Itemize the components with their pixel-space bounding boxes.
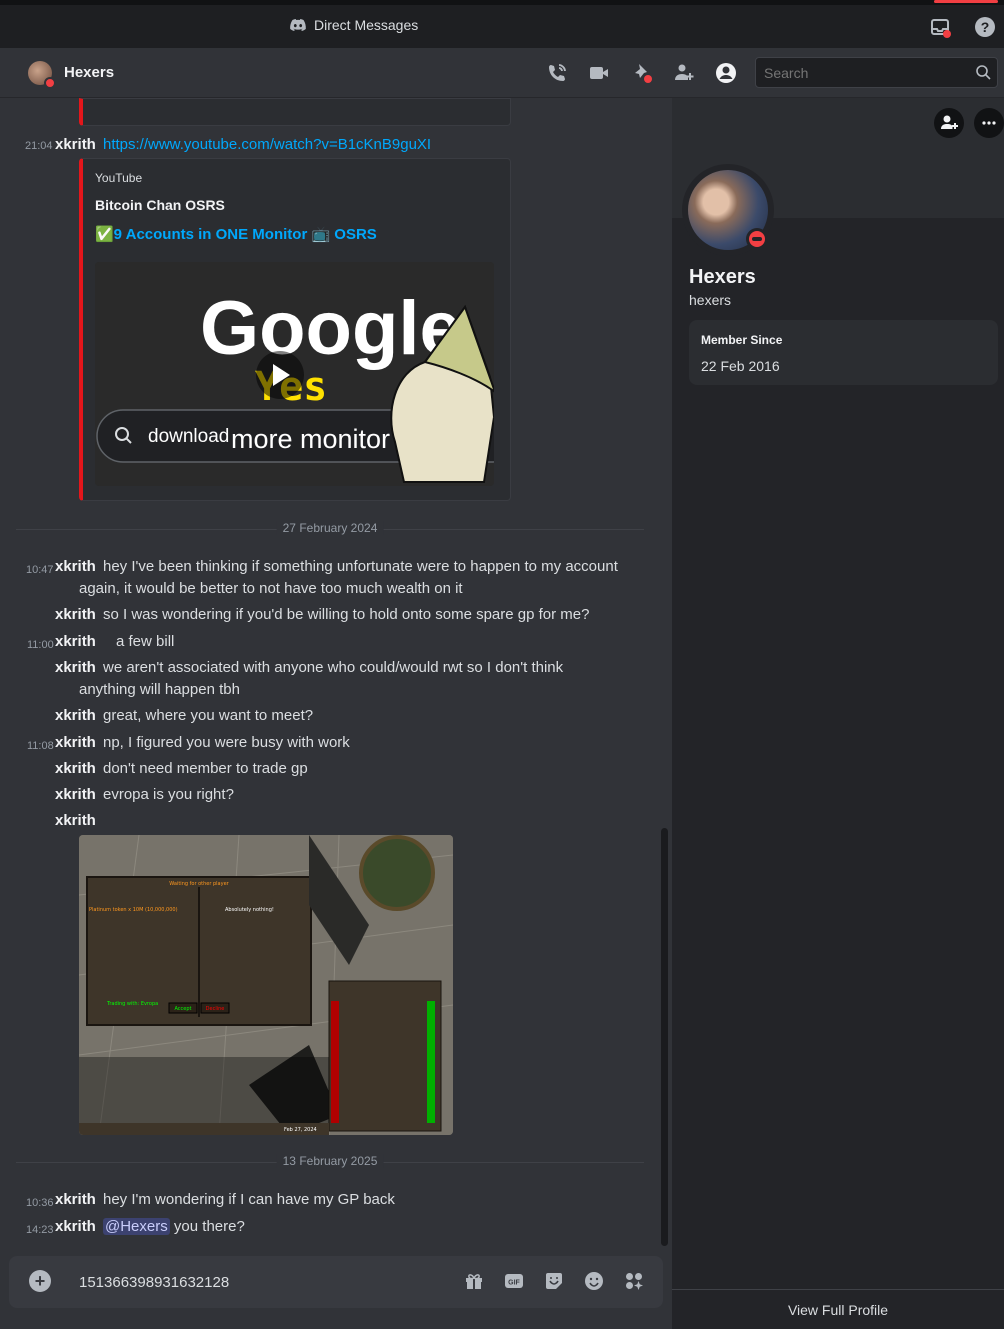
add-friend-icon — [941, 115, 958, 129]
message-timestamp: 10:36 — [26, 1197, 54, 1209]
help-icon[interactable]: ? — [975, 17, 995, 37]
message-text: great, where you want to meet? — [103, 707, 314, 724]
message-input[interactable] — [79, 1269, 449, 1295]
trade-decline-text: Decline — [206, 1006, 225, 1012]
date-divider-label: 27 February 2024 — [276, 521, 384, 535]
trade-nothing-text: Absolutely nothing! — [225, 907, 274, 913]
user-profile-icon[interactable] — [715, 62, 739, 84]
user-mention[interactable]: @Hexers — [103, 1218, 170, 1235]
date-divider-label: 13 February 2025 — [276, 1154, 384, 1168]
message-text: a few bill — [116, 633, 175, 650]
message-text: hey I've been thinking if something unfo… — [79, 558, 618, 597]
embed-video-title[interactable]: ✅9 Accounts in ONE Monitor 📺 OSRS — [95, 225, 377, 243]
message-author[interactable]: xkrith — [55, 633, 96, 650]
message-text: hey I'm wondering if I can have my GP ba… — [103, 1191, 395, 1208]
member-since-card: Member Since 22 Feb 2016 — [689, 320, 998, 385]
message-text: don't need member to trade gp — [103, 760, 308, 777]
trade-with-text: Trading with: Evropa — [106, 1001, 158, 1007]
dnd-status-icon — [44, 77, 56, 89]
message-author[interactable]: xkrith — [55, 734, 96, 751]
message-timestamp: 14:23 — [26, 1224, 54, 1236]
message-text: evropa is you right? — [103, 786, 234, 803]
title-bar: Direct Messages ? — [0, 0, 1004, 48]
message-text-tail: you there? — [173, 1218, 245, 1235]
view-full-profile-button[interactable]: View Full Profile — [672, 1289, 1004, 1329]
svg-text:GIF: GIF — [508, 1280, 520, 1287]
discord-icon — [290, 19, 306, 31]
date-divider: 13 February 2025 — [16, 1154, 644, 1168]
gif-icon[interactable]: GIF — [503, 1270, 525, 1292]
youtube-embed: YouTube Bitcoin Chan OSRS ✅9 Accounts in… — [79, 158, 511, 501]
trade-waiting-text: Waiting for other player — [169, 881, 229, 887]
message-author[interactable]: xkrith — [55, 760, 96, 777]
pinned-messages-icon[interactable] — [631, 62, 655, 84]
thumbnail-search-text-2: more monitor — [231, 424, 390, 454]
message-list: 21:04 xkrith https://www.youtube.com/wat… — [0, 98, 672, 1329]
add-friend-button[interactable] — [934, 108, 964, 138]
message-author[interactable]: xkrith — [55, 606, 96, 623]
apps-icon[interactable] — [623, 1270, 645, 1292]
voice-call-icon[interactable] — [546, 62, 570, 84]
message-text: np, I figured you were busy with work — [103, 734, 350, 751]
more-options-button[interactable] — [974, 108, 1004, 138]
youtube-link[interactable]: https://www.youtube.com/watch?v=B1cKnB9g… — [103, 134, 431, 156]
trade-screenshot-image: Waiting for other player Platinum token … — [79, 835, 453, 1135]
screenshot-date-text: Feb 27, 2024 — [284, 1127, 317, 1133]
video-call-icon[interactable] — [588, 62, 612, 84]
sticker-icon[interactable] — [543, 1270, 565, 1292]
message-author[interactable]: xkrith — [55, 707, 96, 724]
search-input[interactable] — [756, 58, 956, 87]
profile-username[interactable]: hexers — [689, 292, 731, 308]
date-divider: 27 February 2024 — [16, 521, 644, 535]
thumbnail-google-text: Google — [200, 286, 462, 371]
thumbnail-image: Google Yes download more monitor — [95, 262, 494, 486]
more-icon — [982, 121, 996, 125]
member-since-label: Member Since — [701, 333, 783, 347]
thumbnail-search-text: download — [148, 426, 229, 447]
message-author[interactable]: xkrith — [55, 1191, 96, 1208]
video-thumbnail[interactable]: Google Yes download more monitor — [95, 262, 494, 486]
message-timestamp: 11:00 — [27, 639, 54, 651]
message-author[interactable]: xkrith — [55, 1218, 96, 1235]
trade-screenshot-attachment[interactable]: Waiting for other player Platinum token … — [79, 835, 453, 1135]
window-title: Direct Messages — [290, 17, 418, 33]
window-title-label: Direct Messages — [314, 17, 419, 33]
dnd-status-icon — [746, 228, 768, 250]
avatar[interactable] — [28, 61, 56, 89]
message-text: so I was wondering if you'd be willing t… — [103, 606, 590, 623]
embed-provider[interactable]: YouTube — [95, 171, 142, 185]
profile-avatar[interactable] — [682, 164, 774, 256]
embed-channel[interactable]: Bitcoin Chan OSRS — [95, 197, 225, 213]
message-list-scrollbar[interactable] — [661, 828, 668, 1246]
member-since-date: 22 Feb 2016 — [701, 358, 780, 374]
upload-button[interactable]: + — [29, 1270, 51, 1292]
message-timestamp: 21:04 — [25, 140, 53, 152]
trade-offer-text: Platinum token x 10M (10,000,000) — [89, 907, 178, 913]
previous-embed — [79, 98, 511, 126]
notification-indicator — [934, 0, 998, 3]
message-text: @Hexers you there? — [103, 1216, 245, 1238]
message-composer: + GIF — [9, 1256, 663, 1308]
user-profile-panel: Hexers hexers Member Since 22 Feb 2016 V… — [672, 98, 1004, 1329]
message-timestamp: 11:08 — [27, 740, 54, 752]
message-timestamp: 10:47 — [26, 564, 54, 576]
dm-user-name[interactable]: Hexers — [64, 64, 114, 81]
gift-icon[interactable] — [463, 1270, 485, 1292]
message-text: we aren't associated with anyone who cou… — [79, 659, 564, 698]
add-friends-to-dm-icon[interactable] — [673, 62, 697, 84]
message-author[interactable]: xkrith — [55, 136, 96, 153]
emoji-icon[interactable] — [583, 1270, 605, 1292]
search-bar[interactable] — [755, 57, 998, 88]
inbox-icon[interactable] — [930, 17, 952, 39]
message-author[interactable]: xkrith — [55, 786, 96, 803]
search-icon — [976, 65, 991, 80]
message-author[interactable]: xkrith — [55, 812, 96, 829]
trade-accept-text: Accept — [174, 1006, 191, 1012]
channel-header: Hexers — [0, 48, 1004, 98]
profile-display-name: Hexers — [689, 266, 756, 288]
